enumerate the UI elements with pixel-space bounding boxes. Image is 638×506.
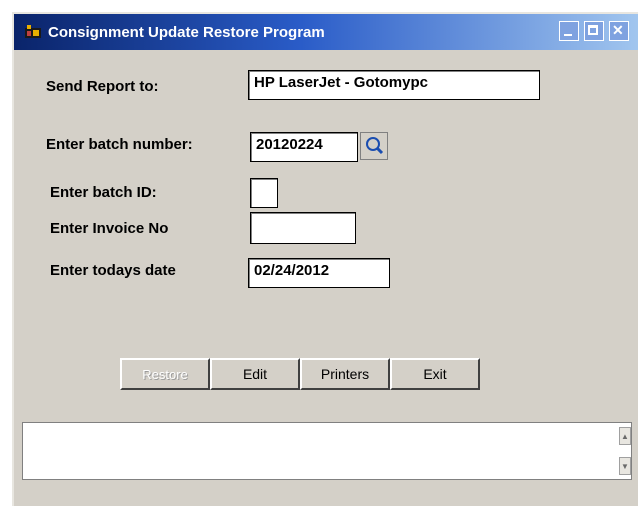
date-field[interactable]: 02/24/2012: [248, 258, 390, 288]
edit-button[interactable]: Edit: [210, 358, 300, 390]
invoice-field[interactable]: [250, 212, 356, 244]
status-textbox[interactable]: ▲ ▼: [22, 422, 632, 480]
maximize-icon: [588, 25, 598, 35]
batch-id-label: Enter batch ID:: [50, 184, 157, 201]
send-report-label: Send Report to:: [46, 78, 159, 95]
scroll-up-icon: ▲: [621, 431, 629, 441]
batch-number-field[interactable]: 20120224: [250, 132, 358, 162]
minimize-icon: [564, 34, 572, 36]
batch-id-field[interactable]: [250, 178, 278, 208]
scroll-up-button[interactable]: ▲: [619, 427, 631, 445]
minimize-button[interactable]: [559, 21, 579, 41]
batch-lookup-button[interactable]: [360, 132, 388, 160]
app-icon: [24, 24, 42, 40]
program-window: Consignment Update Restore Program ✕ Sen…: [12, 12, 638, 506]
window-title: Consignment Update Restore Program: [48, 23, 325, 41]
date-label: Enter todays date: [50, 262, 176, 279]
restore-button[interactable]: Restore: [120, 358, 210, 390]
printers-button[interactable]: Printers: [300, 358, 390, 390]
batch-number-label: Enter batch number:: [46, 136, 193, 153]
magnifier-icon: [366, 137, 384, 155]
close-button[interactable]: ✕: [609, 21, 629, 41]
invoice-label: Enter Invoice No: [50, 220, 169, 237]
scroll-down-icon: ▼: [621, 461, 629, 471]
close-icon: ✕: [612, 22, 624, 38]
title-bar: Consignment Update Restore Program ✕: [14, 14, 638, 50]
maximize-button[interactable]: [584, 21, 604, 41]
send-report-field[interactable]: HP LaserJet - Gotomypc: [248, 70, 540, 100]
exit-button[interactable]: Exit: [390, 358, 480, 390]
scroll-down-button[interactable]: ▼: [619, 457, 631, 475]
